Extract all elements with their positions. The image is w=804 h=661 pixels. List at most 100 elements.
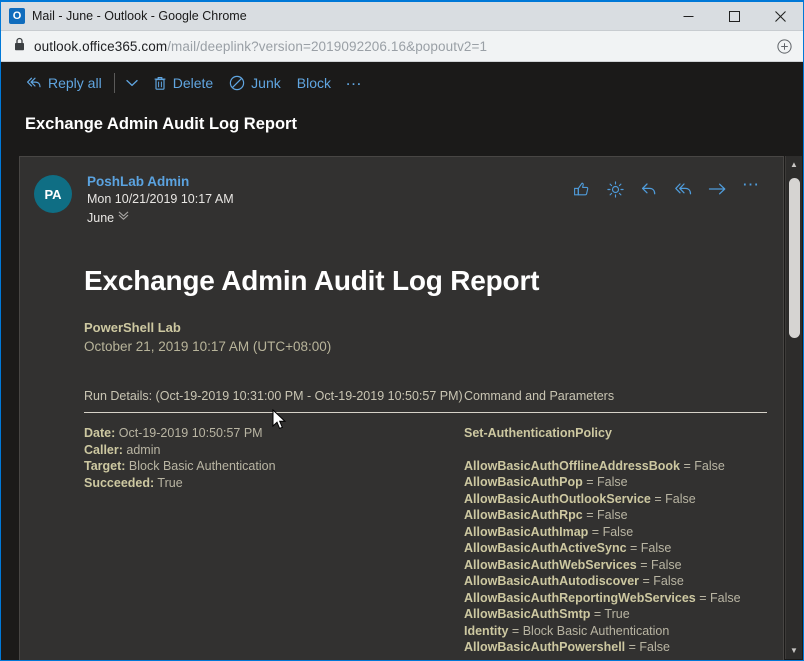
add-to-desktop-icon[interactable] xyxy=(773,35,795,57)
parameter-value: = False xyxy=(650,491,696,506)
parameter-item: Identity = Block Basic Authentication xyxy=(464,623,765,640)
parameter-item: AllowBasicAuthRpc = False xyxy=(464,507,765,524)
command-header: Command and Parameters xyxy=(464,389,615,403)
reply-options-caret[interactable] xyxy=(119,69,145,97)
parameter-value: = False xyxy=(582,508,628,522)
report-divider xyxy=(84,412,767,413)
detail-label: Date: xyxy=(84,426,116,440)
ellipsis-icon[interactable]: ⋯ xyxy=(741,175,761,199)
lock-icon xyxy=(14,37,25,56)
detail-label: Succeeded: xyxy=(84,475,155,490)
parameter-item: AllowBasicAuthActiveSync = False xyxy=(464,540,765,557)
scrollbar-thumb[interactable] xyxy=(789,178,800,338)
parameter-item: AllowBasicAuthReportingWebServices = Fal… xyxy=(464,590,765,607)
parameter-name: AllowBasicAuthPop xyxy=(464,475,583,489)
parameter-name: Identity xyxy=(464,623,509,638)
parameter-item: AllowBasicAuthOfflineAddressBook = False xyxy=(464,458,765,475)
report-body: Exchange Admin Audit Log Report PowerShe… xyxy=(20,265,783,656)
message-actions: ⋯ xyxy=(571,175,769,199)
junk-label: Junk xyxy=(251,74,281,91)
parameter-value: = False xyxy=(625,640,670,654)
parameter-value: = False xyxy=(588,524,634,539)
avatar: PA xyxy=(34,175,72,213)
url-text[interactable]: outlook.office365.com/mail/deeplink?vers… xyxy=(34,39,773,54)
sender-name[interactable]: PoshLab Admin xyxy=(87,173,571,190)
parameter-value: = False xyxy=(639,574,684,588)
parameter-item: AllowBasicAuthSmtp = True xyxy=(464,606,765,623)
message-header: PA PoshLab Admin Mon 10/21/2019 10:17 AM… xyxy=(20,157,783,243)
parameter-name: AllowBasicAuthImap xyxy=(464,524,589,539)
outlook-icon: O xyxy=(9,8,25,24)
close-button[interactable] xyxy=(757,2,803,31)
block-button[interactable]: Block xyxy=(289,68,339,98)
report-title: Exchange Admin Audit Log Report xyxy=(84,265,540,296)
detail-item: Succeeded: True xyxy=(84,475,464,492)
toolbar-more-button[interactable]: … xyxy=(339,69,369,97)
parameter-name: AllowBasicAuthAutodiscover xyxy=(464,574,640,588)
trash-icon xyxy=(153,75,167,91)
parameter-name: AllowBasicAuthActiveSync xyxy=(464,541,627,555)
block-label: Block xyxy=(296,74,331,91)
recipients-line[interactable]: June xyxy=(87,209,571,228)
detail-value: True xyxy=(154,475,183,490)
thumbs-up-icon[interactable] xyxy=(571,179,591,199)
parameter-value: = False xyxy=(695,590,741,605)
detail-label: Caller: xyxy=(84,442,123,457)
parameter-value: = True xyxy=(590,607,630,621)
parameter-item: AllowBasicAuthOutlookService = False xyxy=(464,491,765,508)
minimize-button[interactable] xyxy=(665,2,711,31)
parameter-item: AllowBasicAuthPowershell = False xyxy=(464,639,765,656)
reply-icon[interactable] xyxy=(639,179,659,199)
report-column-headers: Run Details: (Oct-19-2019 10:31:00 PM - … xyxy=(84,389,765,403)
url-path: /mail/deeplink?version=2019092206.16&pop… xyxy=(167,38,488,54)
double-chevron-down-icon[interactable] xyxy=(118,209,129,228)
parameter-name: AllowBasicAuthPowershell xyxy=(464,640,626,654)
reply-all-icon[interactable] xyxy=(673,179,693,199)
scroll-up-button[interactable]: ▲ xyxy=(786,156,802,173)
arrow-right-icon[interactable] xyxy=(707,179,727,199)
detail-label: Target: xyxy=(84,459,126,473)
vertical-scrollbar[interactable]: ▲ ▼ xyxy=(785,156,802,659)
command-detail-list: Set-AuthenticationPolicy AllowBasicAuthO… xyxy=(464,425,765,656)
parameter-name: AllowBasicAuthRpc xyxy=(464,508,583,522)
toolbar-divider xyxy=(113,72,115,93)
detail-value: Block Basic Authentication xyxy=(125,459,276,473)
maximize-button[interactable] xyxy=(711,2,757,31)
sun-icon[interactable] xyxy=(605,179,625,199)
detail-value: Oct-19-2019 10:50:57 PM xyxy=(115,426,263,440)
reply-all-button[interactable]: Reply all xyxy=(17,68,110,98)
junk-button[interactable]: Junk xyxy=(221,68,289,98)
parameter-name: AllowBasicAuthSmtp xyxy=(464,607,591,621)
command-name: Set-AuthenticationPolicy xyxy=(464,426,612,440)
reading-pane: PA PoshLab Admin Mon 10/21/2019 10:17 AM… xyxy=(1,147,803,660)
report-subtitle: PowerShell Lab xyxy=(84,320,181,335)
title-bar: O Mail - June - Outlook - Google Chrome xyxy=(1,2,803,31)
message-meta: PoshLab Admin Mon 10/21/2019 10:17 AM Ju… xyxy=(87,173,571,228)
detail-item: Caller: admin xyxy=(84,442,464,459)
delete-button[interactable]: Delete xyxy=(145,68,221,98)
command-toolbar: Reply all Delete Junk Block … xyxy=(1,62,803,103)
report-datetime: October 21, 2019 10:17 AM (UTC+08:00) xyxy=(84,339,332,354)
sent-timestamp: Mon 10/21/2019 10:17 AM xyxy=(87,192,234,206)
window-controls xyxy=(665,2,803,31)
scroll-down-button[interactable]: ▼ xyxy=(786,642,802,659)
detail-item: Target: Block Basic Authentication xyxy=(84,458,464,475)
parameter-value: = False xyxy=(626,541,672,555)
parameter-name: AllowBasicAuthOutlookService xyxy=(464,491,651,506)
detail-item: Date: Oct-19-2019 10:50:57 PM xyxy=(84,425,464,442)
address-bar[interactable]: outlook.office365.com/mail/deeplink?vers… xyxy=(1,31,803,62)
chrome-window: O Mail - June - Outlook - Google Chrome … xyxy=(0,0,804,661)
page-title: Exchange Admin Audit Log Report xyxy=(25,115,297,133)
detail-value: admin xyxy=(122,442,161,457)
message-card: PA PoshLab Admin Mon 10/21/2019 10:17 AM… xyxy=(19,156,784,660)
reply-all-icon xyxy=(25,75,42,90)
audit-detail-list: Date: Oct-19-2019 10:50:57 PM Caller: adm… xyxy=(84,425,464,656)
block-circle-icon xyxy=(229,75,245,91)
parameter-name: AllowBasicAuthWebServices xyxy=(464,557,637,572)
parameter-name: AllowBasicAuthOfflineAddressBook xyxy=(464,458,680,473)
report-detail-row: Date: Oct-19-2019 10:50:57 PM Caller: adm… xyxy=(84,425,765,656)
parameter-item: AllowBasicAuthWebServices = False xyxy=(464,557,765,574)
window-title: Mail - June - Outlook - Google Chrome xyxy=(32,9,247,23)
delete-label: Delete xyxy=(172,74,214,91)
parameter-item: AllowBasicAuthAutodiscover = False xyxy=(464,573,765,590)
